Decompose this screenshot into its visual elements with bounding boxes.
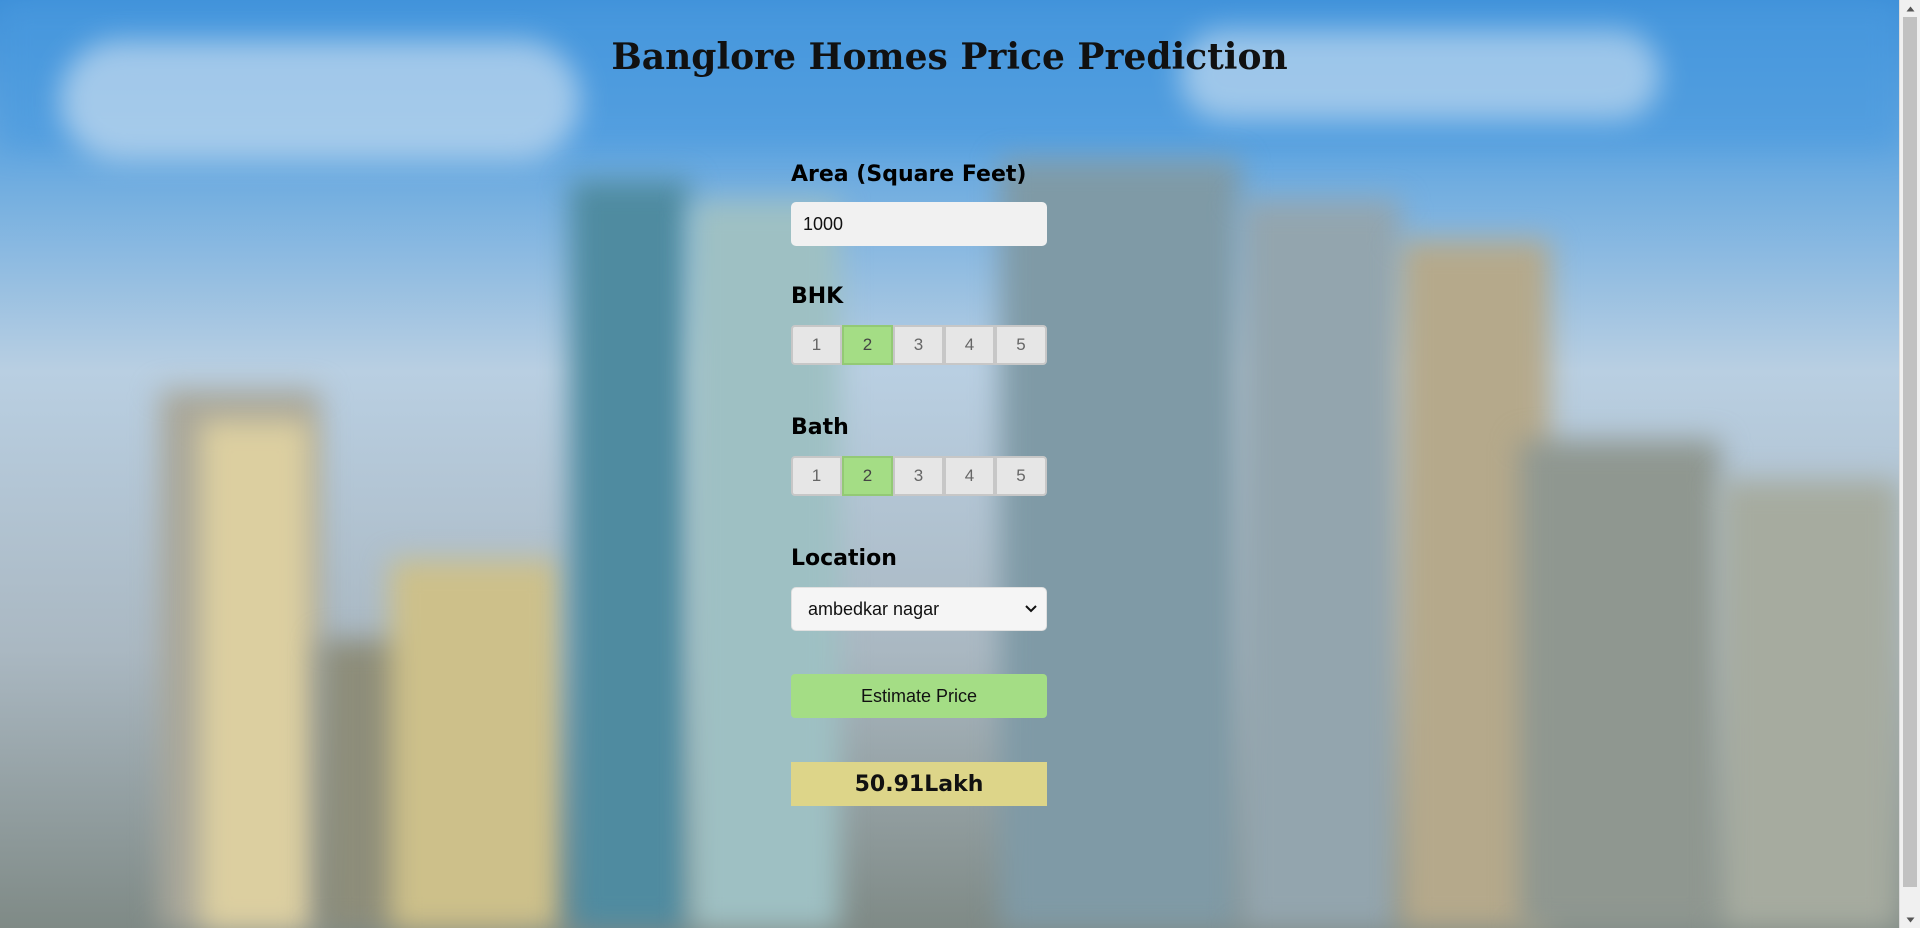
bhk-option-5[interactable]: 5 [995,325,1047,365]
estimated-price-result: 50.91Lakh [791,762,1047,806]
scroll-down-arrow-icon[interactable] [1900,911,1920,928]
bath-option-1[interactable]: 1 [791,456,842,496]
chevron-down-icon [1024,602,1038,616]
estimate-price-button[interactable]: Estimate Price [791,674,1047,718]
bhk-option-1[interactable]: 1 [791,325,842,365]
bhk-selector: 1 2 3 4 5 [791,325,1047,365]
bhk-option-2[interactable]: 2 [842,325,893,365]
bath-option-4[interactable]: 4 [944,456,995,496]
scroll-up-arrow-icon[interactable] [1900,0,1920,17]
area-label: Area (Square Feet) [791,162,1027,187]
vertical-scrollbar[interactable] [1899,0,1920,928]
location-selected-value: ambedkar nagar [808,598,940,619]
prediction-form: Area (Square Feet) BHK 1 2 3 4 5 Bath 1 … [791,160,1047,806]
bath-selector: 1 2 3 4 5 [791,456,1047,496]
bath-option-2[interactable]: 2 [842,456,893,496]
page-title: Banglore Homes Price Prediction [611,36,1288,78]
bhk-option-3[interactable]: 3 [893,325,944,365]
scrollbar-thumb[interactable] [1903,17,1917,887]
location-label: Location [791,546,897,571]
bhk-label: BHK [791,284,844,309]
bath-label: Bath [791,415,849,440]
area-input[interactable] [791,202,1047,246]
bath-option-3[interactable]: 3 [893,456,944,496]
bath-option-5[interactable]: 5 [995,456,1047,496]
location-select[interactable]: ambedkar nagar [791,587,1047,631]
bhk-option-4[interactable]: 4 [944,325,995,365]
